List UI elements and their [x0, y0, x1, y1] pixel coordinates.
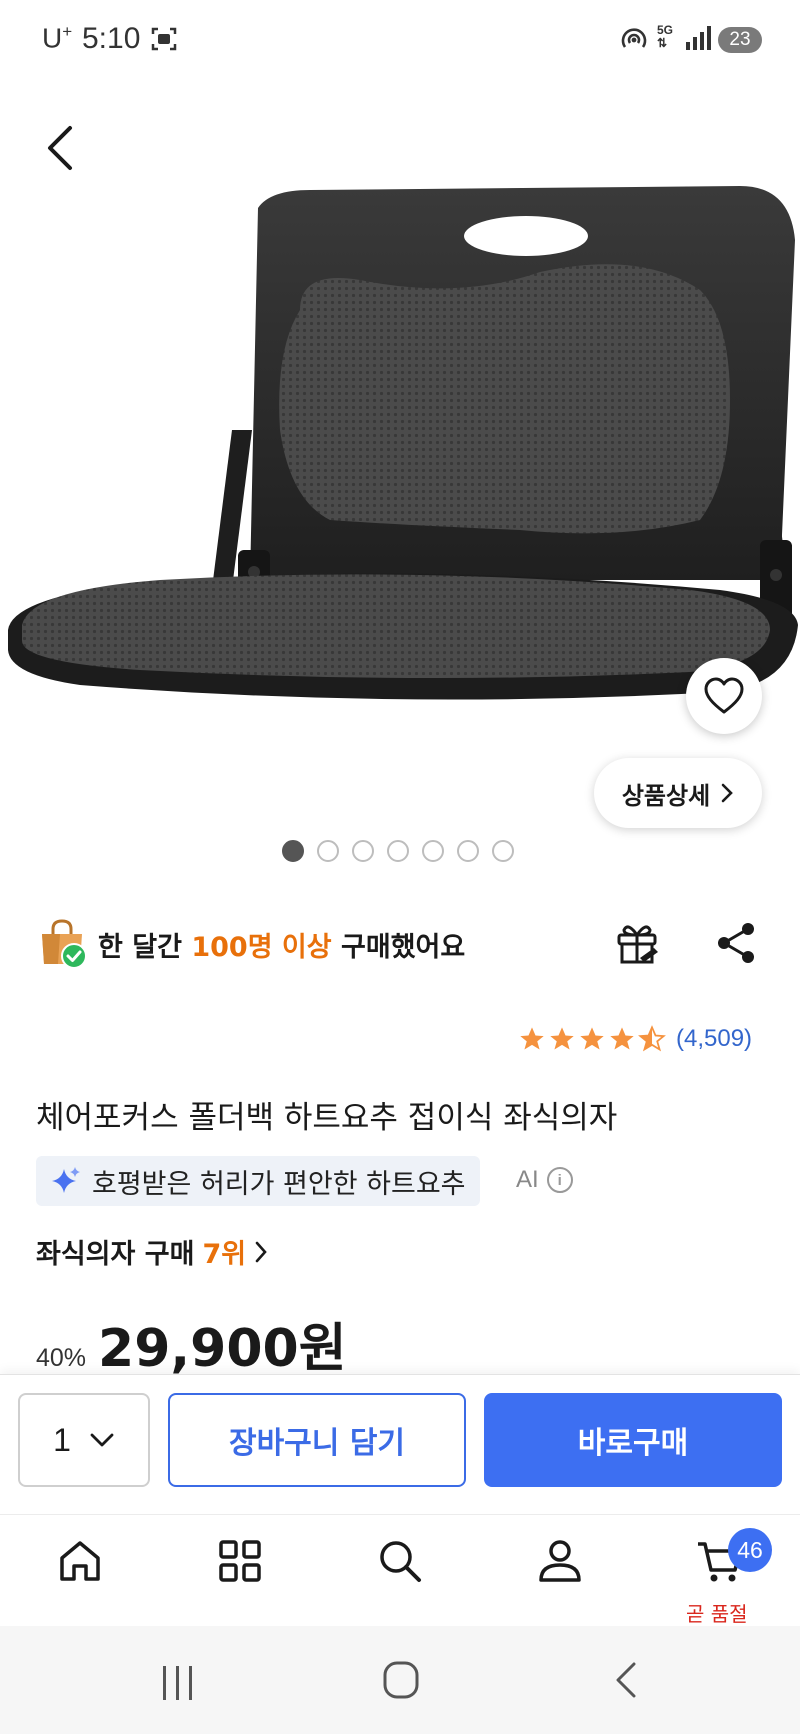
ai-summary-chip[interactable]: 호평받은 허리가 편안한 하트요추 [36, 1156, 480, 1206]
clock: 5:10 [82, 22, 141, 55]
tab-search[interactable] [370, 1531, 430, 1591]
review-count: (4,509) [676, 1025, 753, 1052]
cart-status-label: 곧 품절 [686, 1602, 748, 1626]
ai-info[interactable]: AI i [516, 1166, 573, 1194]
purchase-notice: 한 달간 100명 이상 구매했어요 [38, 918, 465, 970]
star-rating [518, 1025, 666, 1053]
star-icon [610, 1027, 634, 1050]
shopping-bag-check-icon [42, 919, 87, 969]
buy-now-button[interactable]: 바로구매 [484, 1393, 782, 1487]
chevron-down-icon [90, 1433, 114, 1447]
carousel-dot[interactable] [387, 840, 409, 862]
quantity-value: 1 [53, 1421, 71, 1458]
info-icon: i [546, 1167, 573, 1193]
star-icon [580, 1027, 604, 1050]
star-icon [520, 1027, 544, 1050]
purchase-notice-text: 한 달간 100명 이상 구매했어요 [98, 931, 466, 963]
rating-summary[interactable]: (4,509) [518, 1022, 752, 1056]
carousel-dot[interactable] [352, 840, 374, 862]
half-star-icon [638, 1025, 666, 1052]
screenshot-icon [151, 27, 177, 51]
share-icon[interactable] [712, 918, 762, 968]
ranking-label: 좌식의자 구매 [36, 1239, 195, 1270]
carousel-dot[interactable] [492, 840, 514, 862]
product-image[interactable] [0, 180, 800, 780]
back-icon[interactable] [38, 120, 88, 176]
add-to-cart-button[interactable]: 장바구니 담기 [168, 1393, 466, 1487]
category-ranking-link[interactable]: 좌식의자 구매 7위 [36, 1232, 268, 1271]
quantity-select[interactable]: 1 [18, 1393, 150, 1487]
carousel-dot[interactable] [282, 840, 304, 862]
hotspot-icon [621, 28, 647, 48]
ranking-value: 7위 [202, 1239, 247, 1270]
system-navigation-bar [0, 1626, 800, 1734]
sale-price: 29,900원 [98, 1319, 347, 1379]
tab-my-page[interactable] [530, 1531, 590, 1591]
ai-summary-text: 호평받은 허리가 편안한 하트요추 [92, 1168, 466, 1200]
user-icon [539, 1540, 581, 1582]
network-type: 5G ⇅ [657, 23, 674, 50]
home-icon [60, 1541, 100, 1581]
carousel-dot[interactable] [422, 840, 444, 862]
battery-indicator: 23 [718, 27, 762, 53]
home-button-icon[interactable] [382, 1660, 420, 1700]
category-grid-icon [219, 1540, 261, 1582]
gift-icon[interactable] [612, 918, 662, 968]
chevron-right-icon [721, 783, 733, 803]
star-icon [550, 1027, 574, 1050]
carrier-label: U+ [42, 22, 73, 54]
image-carousel-indicator [282, 840, 514, 862]
product-title: 체어포커스 폴더백 하트요추 접이식 좌식의자 [36, 1100, 618, 1136]
signal-icon [686, 26, 711, 50]
heart-icon [704, 677, 744, 714]
bottom-tab-bar [0, 1514, 800, 1626]
chevron-right-icon [255, 1241, 267, 1262]
product-detail-button[interactable]: 상품상세 [594, 758, 762, 828]
recent-apps-icon[interactable] [160, 1664, 196, 1702]
carousel-dot[interactable] [317, 840, 339, 862]
cart-count-badge: 46 [728, 1528, 772, 1572]
purchase-action-bar: 1 장바구니 담기 바로구매 [0, 1374, 800, 1514]
wishlist-button[interactable] [686, 658, 762, 734]
ai-label: AI [516, 1166, 539, 1193]
search-icon [380, 1541, 421, 1582]
carousel-dot[interactable] [457, 840, 479, 862]
system-back-icon[interactable] [612, 1660, 640, 1700]
price-row: 40% 29,900원 [36, 1306, 347, 1381]
discount-rate: 40% [36, 1344, 87, 1372]
sparkle-icon [52, 1167, 80, 1193]
product-detail-label: 상품상세 [621, 781, 711, 810]
status-bar: U+ 5:10 5G ⇅ 23 [0, 0, 800, 84]
tab-category[interactable] [210, 1531, 270, 1591]
tab-home[interactable] [50, 1531, 110, 1591]
